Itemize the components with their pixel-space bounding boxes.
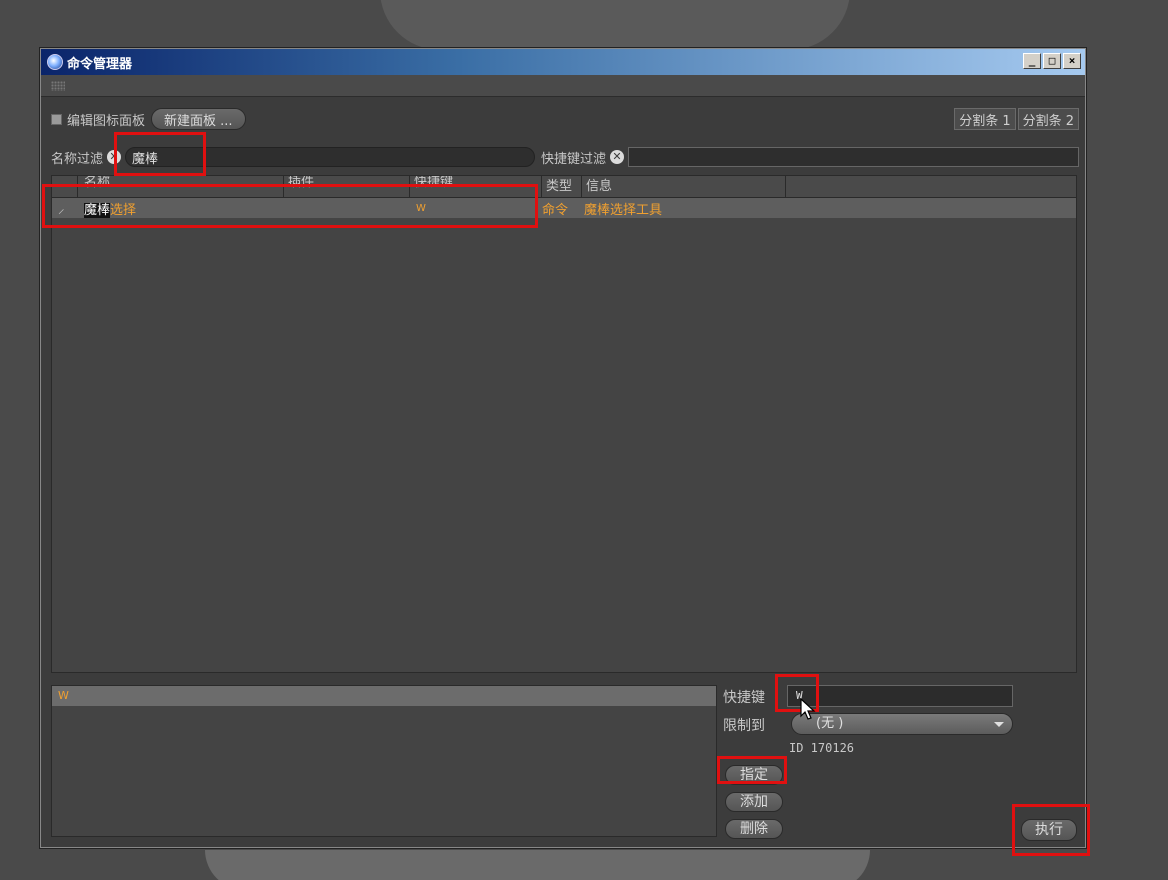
restrict-select[interactable]: (无 )	[791, 713, 1013, 735]
header-shortcut[interactable]: 快捷键	[410, 176, 542, 197]
row-shortcut: W	[416, 202, 426, 214]
row-name: 魔棒选择	[78, 199, 284, 218]
app-icon	[47, 54, 63, 70]
panel-grip-row	[41, 75, 1085, 97]
toolbar: 编辑图标面板 新建面板 ... 分割条 1 分割条 2	[41, 97, 1085, 141]
shortcut-filter-label: 快捷键过滤	[541, 151, 607, 167]
shortcut-label: 快捷键	[723, 690, 765, 706]
split-1-button[interactable]: 分割条 1	[954, 108, 1016, 130]
background-decoration-top	[380, 0, 850, 50]
name-filter-value: 魔棒	[132, 151, 159, 167]
shortcut-list-panel: W	[51, 685, 717, 837]
chevron-down-icon	[994, 722, 1004, 727]
name-filter-label: 名称过滤	[51, 151, 104, 167]
command-manager-window: 命令管理器 _ □ × 编辑图标面板 新建面板 ... 分割条 1 分割条 2 …	[40, 48, 1086, 848]
assign-button[interactable]: 指定	[725, 765, 783, 785]
minimize-button[interactable]: _	[1023, 53, 1041, 69]
title-bar[interactable]: 命令管理器 _ □ ×	[41, 49, 1085, 75]
command-id: ID 170126	[789, 741, 855, 755]
restrict-label: 限制到	[723, 718, 765, 734]
split-buttons: 分割条 1 分割条 2	[954, 108, 1079, 130]
row-type: 命令	[542, 202, 569, 218]
header-icon-column	[52, 176, 78, 197]
header-type[interactable]: 类型	[542, 176, 582, 197]
window-controls: _ □ ×	[1023, 53, 1081, 69]
row-name-rest: 选择	[110, 202, 137, 218]
background-decoration-bottom	[205, 850, 870, 880]
close-button[interactable]: ×	[1063, 53, 1081, 69]
delete-button[interactable]: 删除	[725, 819, 783, 839]
grip-handle-icon[interactable]	[51, 81, 65, 91]
clear-shortcut-filter-icon[interactable]: ✕	[610, 150, 625, 164]
row-name-match: 魔棒	[84, 202, 111, 218]
name-filter-input[interactable]: 魔棒	[125, 147, 536, 167]
edit-icon-panel-label: 编辑图标面板	[67, 113, 146, 129]
split-2-button[interactable]: 分割条 2	[1017, 108, 1079, 130]
command-list: 名称 插件 快捷键 类型 信息 ⸝ 魔棒选择 W 命令 魔棒选择工具	[51, 175, 1077, 673]
maximize-button[interactable]: □	[1043, 53, 1061, 69]
header-plugin[interactable]: 插件	[284, 176, 410, 197]
filter-row: 名称过滤 ✕ 魔棒 快捷键过滤 ✕	[41, 145, 1085, 169]
table-row[interactable]: ⸝ 魔棒选择 W 命令 魔棒选择工具	[52, 198, 1076, 218]
shortcut-list-item[interactable]: W	[52, 686, 716, 706]
edit-icon-panel-checkbox[interactable]	[51, 113, 62, 125]
shortcut-filter-input[interactable]	[628, 147, 1079, 167]
header-name[interactable]: 名称	[78, 176, 284, 197]
clear-name-filter-icon[interactable]: ✕	[107, 150, 122, 164]
execute-button[interactable]: 执行	[1021, 819, 1077, 841]
magic-wand-icon: ⸝	[58, 202, 65, 217]
header-empty	[786, 176, 1076, 197]
restrict-value: (无 )	[816, 716, 844, 731]
add-button[interactable]: 添加	[725, 792, 783, 812]
mouse-cursor-icon	[800, 698, 816, 720]
header-info[interactable]: 信息	[582, 176, 786, 197]
shortcut-input[interactable]: W	[787, 685, 1013, 707]
row-info: 魔棒选择工具	[584, 202, 663, 218]
window-title: 命令管理器	[67, 56, 133, 72]
new-panel-button[interactable]: 新建面板 ...	[151, 108, 246, 130]
list-header: 名称 插件 快捷键 类型 信息	[52, 176, 1076, 198]
